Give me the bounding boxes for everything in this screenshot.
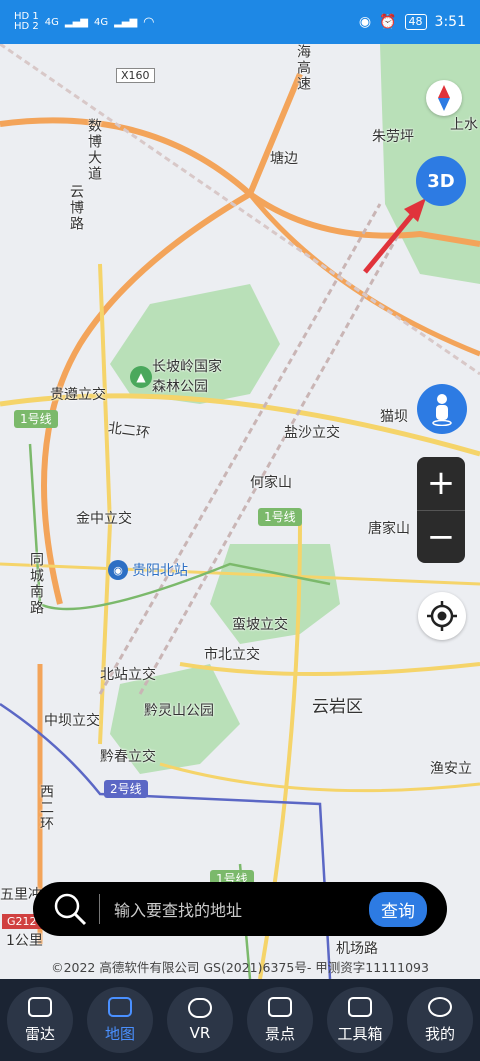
metro-line-1-tag: 1号线 xyxy=(258,508,302,526)
map-label-yunyan: 云岩区 xyxy=(312,697,363,717)
hd2-indicator: HD 2 xyxy=(14,21,39,32)
tab-map[interactable]: 地图 xyxy=(87,987,153,1053)
3d-view-button[interactable]: 3D xyxy=(416,156,466,206)
search-divider xyxy=(99,894,100,924)
copyright-text: ©2022 高德软件有限公司 GS(2021)6375号- 甲测资字111110… xyxy=(51,960,429,975)
map-label-jinzhong: 金中立交 xyxy=(76,511,132,527)
map-label-xierhuan: 西二环 xyxy=(38,784,54,832)
tab-scenic[interactable]: 景点 xyxy=(247,987,313,1053)
map-label-yuan: 渔安立 xyxy=(430,761,472,777)
tab-label: 景点 xyxy=(264,1024,295,1043)
map-label-guizun: 贵遵立交 xyxy=(50,387,106,403)
scenic-icon xyxy=(268,996,292,1017)
radar-icon xyxy=(28,996,52,1017)
search-icon xyxy=(54,893,87,926)
map-label-tongcheng: 同城南路 xyxy=(28,552,44,616)
road-tag-x160: X160 xyxy=(116,68,155,83)
battery-indicator: 48 xyxy=(404,14,427,30)
vr-icon xyxy=(188,998,212,1018)
map-view[interactable]: X160 海高速 朱劳坪 上水 塘边 数博大道 云博路 长坡岭国家 森林公园 贵… xyxy=(0,44,480,979)
forest-park-icon: ▲ xyxy=(130,366,152,388)
search-input[interactable]: 输入要查找的地址 xyxy=(114,897,369,921)
map-label-tangbian: 塘边 xyxy=(270,151,298,167)
tab-label: VR xyxy=(189,1024,211,1042)
map-label-changpoling: 长坡岭国家 xyxy=(152,359,222,375)
tab-label: 我的 xyxy=(424,1024,455,1043)
search-submit-button[interactable]: 查询 xyxy=(369,891,427,927)
map-label-zhulaoping: 朱劳坪 xyxy=(372,129,414,145)
status-left: HD 1 HD 2 4G ▂▄▆ 4G ▂▄▆ ◠ xyxy=(14,12,155,32)
map-label-shibei: 市北立交 xyxy=(204,647,260,663)
tab-profile[interactable]: 我的 xyxy=(407,987,473,1053)
eye-icon: ◉ xyxy=(358,14,372,30)
tab-vr[interactable]: VR xyxy=(167,987,233,1053)
map-label-zhongba: 中坝立交 xyxy=(44,713,100,729)
map-icon xyxy=(108,996,132,1017)
pegman-icon xyxy=(432,394,452,426)
map-label-tangjiashan: 唐家山 xyxy=(368,521,410,537)
wifi-icon: ◠ xyxy=(143,14,155,30)
zoom-out-button[interactable]: − xyxy=(417,511,465,564)
toolbox-icon xyxy=(348,996,372,1017)
clock: 3:51 xyxy=(434,14,466,30)
signal-bars-icon: ▂▄▆ xyxy=(114,16,138,28)
zoom-control: + − xyxy=(417,457,465,563)
profile-icon xyxy=(428,996,452,1017)
bottom-tab-bar: 雷达 地图 VR 景点 工具箱 我的 xyxy=(0,979,480,1061)
map-label-beizhan: 北站立交 xyxy=(100,667,156,683)
signal-bars-icon: ▂▄▆ xyxy=(64,16,88,28)
alarm-icon: ⏰ xyxy=(379,14,397,30)
status-right: ◉ ⏰ 48 3:51 xyxy=(359,14,466,30)
metro-line-1-tag: 1号线 xyxy=(14,410,58,428)
map-label-yansha: 盐沙立交 xyxy=(284,425,340,441)
status-bar: HD 1 HD 2 4G ▂▄▆ 4G ▂▄▆ ◠ ◉ ⏰ 48 3:51 xyxy=(0,0,480,44)
map-label-qianling: 黔灵山公园 xyxy=(144,703,214,719)
map-label-guiyang-north: 贵阳北站 xyxy=(132,563,188,579)
map-label-haigao: 海高速 xyxy=(295,44,311,92)
street-view-button[interactable] xyxy=(417,384,467,434)
signal-4g-1: 4G xyxy=(44,16,59,28)
map-label-forest-park: 森林公园 xyxy=(152,379,208,395)
metro-line-2-tag: 2号线 xyxy=(104,780,148,798)
locate-me-button[interactable] xyxy=(418,592,466,640)
search-bar[interactable]: 输入要查找的地址 查询 xyxy=(33,882,447,936)
tab-toolbox[interactable]: 工具箱 xyxy=(327,987,393,1053)
map-label-yunbo: 云博路 xyxy=(68,184,84,232)
map-label-jichang: 机场路 xyxy=(336,941,378,957)
map-label-shangshui: 上水 xyxy=(450,117,478,133)
map-label-manpo: 蛮坡立交 xyxy=(232,617,288,633)
station-icon: ◉ xyxy=(108,560,128,580)
map-label-qianchun: 黔春立交 xyxy=(100,749,156,765)
map-label-hejiashan: 何家山 xyxy=(250,475,292,491)
map-label-shubo: 数博大道 xyxy=(86,118,102,182)
tab-radar[interactable]: 雷达 xyxy=(7,987,73,1053)
tab-label: 地图 xyxy=(104,1024,135,1043)
tab-label: 工具箱 xyxy=(337,1024,383,1043)
map-label-one-km: 1公里 xyxy=(6,933,43,949)
crosshair-icon xyxy=(427,601,457,631)
zoom-in-button[interactable]: + xyxy=(417,457,465,510)
compass-icon[interactable] xyxy=(426,80,462,116)
tab-label: 雷达 xyxy=(24,1024,55,1043)
map-label-maoba: 猫坝 xyxy=(380,409,408,425)
signal-4g-2: 4G xyxy=(93,16,109,28)
